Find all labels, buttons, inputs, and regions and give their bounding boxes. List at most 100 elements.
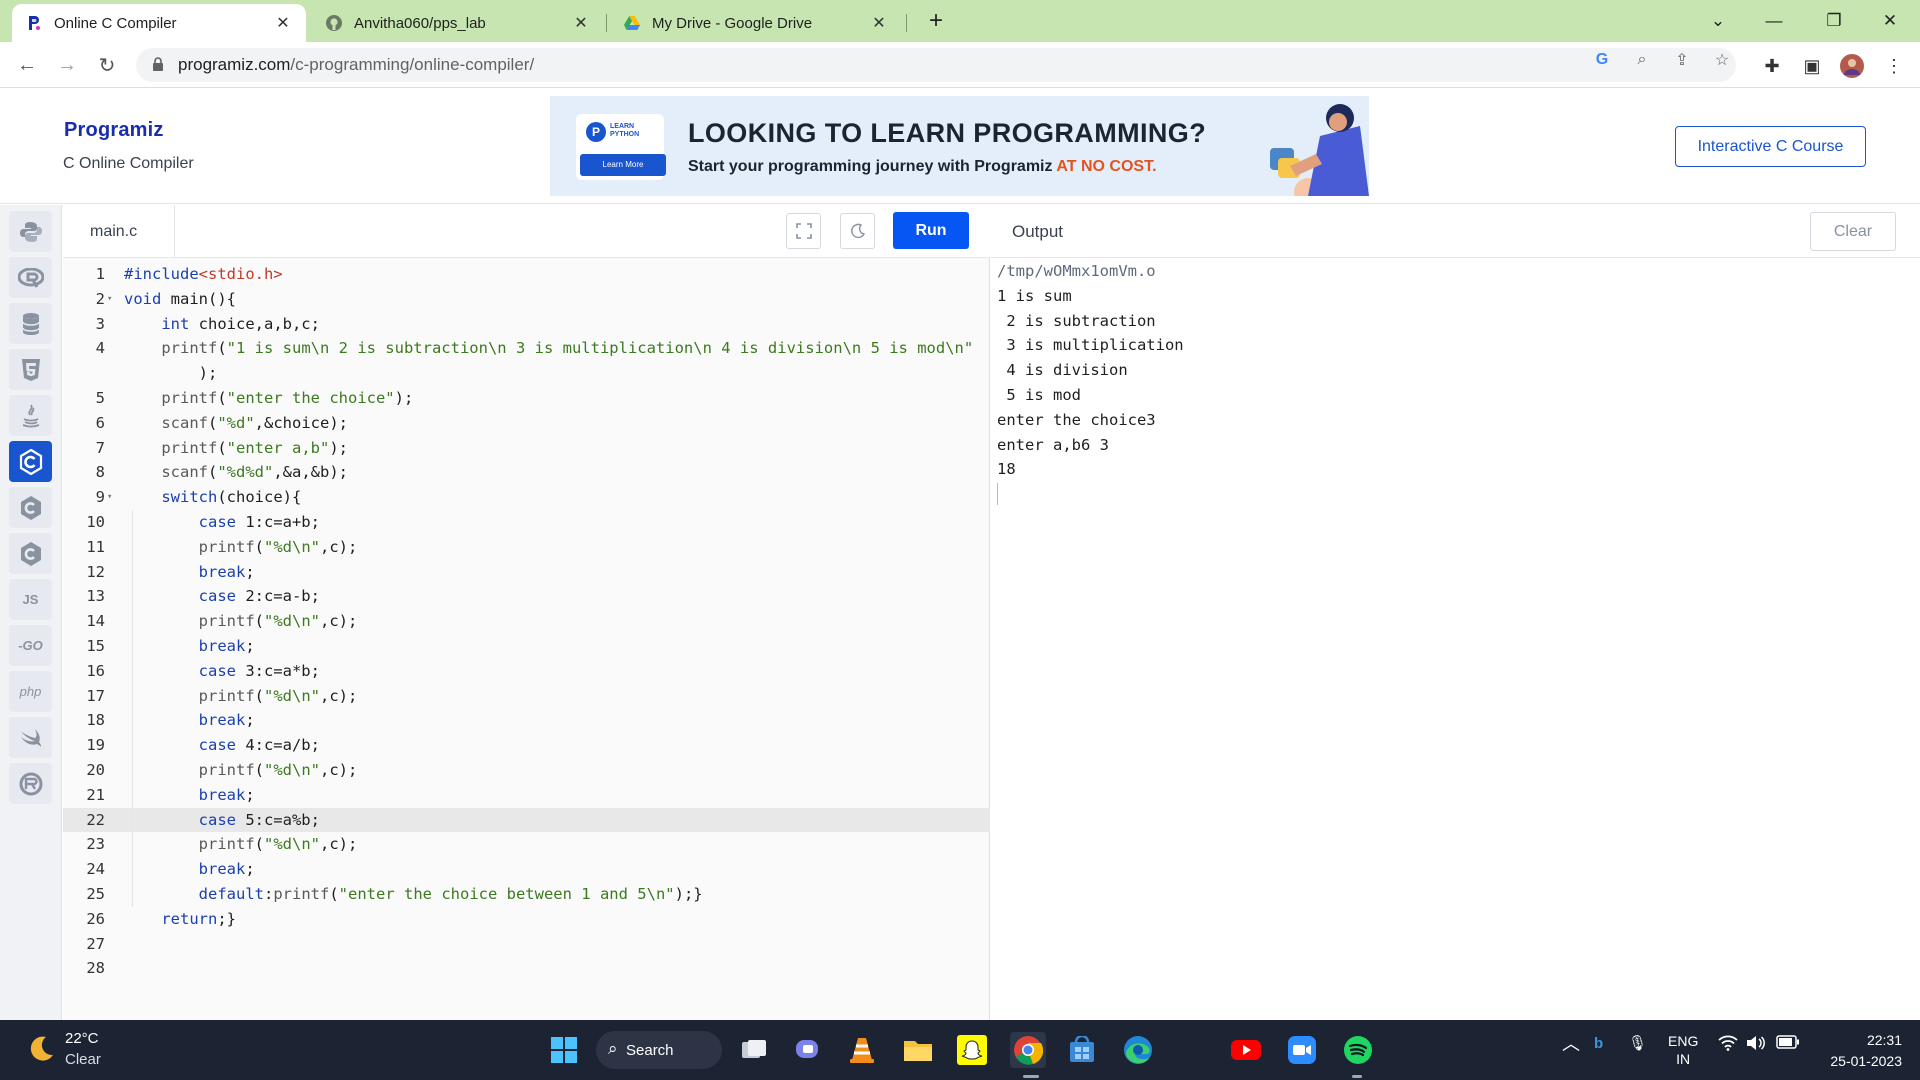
code-line[interactable]: 22 case 5:c=a%b; <box>63 807 990 833</box>
url-field[interactable]: programiz.com/c-programming/online-compi… <box>136 48 1736 82</box>
zoom-icon[interactable]: ⌕ <box>1631 49 1653 71</box>
interactive-c-course-button[interactable]: Interactive C Course <box>1675 126 1866 167</box>
sql-icon[interactable] <box>9 303 52 344</box>
tab-search-chevron-icon[interactable]: ⌄ <box>1690 0 1746 42</box>
r-icon[interactable] <box>9 257 52 298</box>
close-window-button[interactable]: ✕ <box>1862 0 1918 42</box>
store-app-icon[interactable] <box>1064 1032 1100 1068</box>
windows-start-icon[interactable] <box>546 1032 582 1068</box>
clear-button[interactable]: Clear <box>1810 212 1896 251</box>
edge-icon[interactable] <box>1120 1032 1156 1068</box>
code-area[interactable]: 1 #include<stdio.h> 2 ▾ void main(){3 int ch… <box>63 258 990 1020</box>
fullscreen-button[interactable] <box>786 213 821 249</box>
code-line[interactable]: 4 printf("1 is sum\n 2 is subtraction\n … <box>63 336 990 361</box>
programiz-logo[interactable]: Programiz <box>64 119 164 142</box>
restore-button[interactable]: ❐ <box>1806 0 1862 42</box>
weather-condition[interactable]: Clear <box>65 1051 101 1068</box>
share-icon[interactable]: ⇪ <box>1671 49 1693 71</box>
code-line[interactable]: 16 case 3:c=a*b; <box>63 658 990 684</box>
go-icon[interactable]: -GO <box>9 625 52 666</box>
zoom-app-icon[interactable] <box>1284 1032 1320 1068</box>
code-line[interactable]: 27 <box>63 932 990 957</box>
code-line[interactable]: 28 <box>63 956 990 981</box>
code-line[interactable]: 25 default:printf("enter the choice betw… <box>63 882 990 907</box>
code-line[interactable]: 12 break; <box>63 559 990 585</box>
snapchat-icon[interactable] <box>954 1032 990 1068</box>
show-hidden-icons-chevron[interactable]: ︿ <box>1562 1035 1580 1053</box>
volume-icon[interactable] <box>1746 1035 1766 1056</box>
forward-arrow-icon[interactable]: → <box>52 50 82 80</box>
code-line[interactable]: 20 printf("%d\n",c); <box>63 758 990 783</box>
bing-icon[interactable]: b <box>1594 1035 1603 1053</box>
code-line[interactable]: 26 return;} <box>63 907 990 932</box>
teams-chat-icon[interactable] <box>790 1032 826 1068</box>
code-line[interactable]: ); <box>63 361 990 386</box>
code-line[interactable]: 2 ▾ void main(){ <box>63 287 990 312</box>
dark-mode-button[interactable] <box>840 213 875 249</box>
moon-weather-icon[interactable] <box>26 1034 56 1064</box>
minimize-button[interactable]: — <box>1746 0 1802 42</box>
python-icon[interactable] <box>9 211 52 252</box>
code-line[interactable]: 14 printf("%d\n",c); <box>63 609 990 634</box>
task-view-icon[interactable] <box>736 1032 772 1068</box>
code-line[interactable]: 19 case 4:c=a/b; <box>63 733 990 758</box>
tab-google-drive[interactable]: My Drive - Google Drive ✕ <box>610 4 902 42</box>
close-tab-icon[interactable]: ✕ <box>572 13 590 33</box>
code-line[interactable]: 7 printf("enter a,b"); <box>63 436 990 461</box>
fold-arrow-icon[interactable]: ▾ <box>107 485 112 510</box>
run-button[interactable]: Run <box>893 212 969 249</box>
close-tab-icon[interactable]: ✕ <box>274 13 292 33</box>
code-line[interactable]: 6 scanf("%d",&choice); <box>63 411 990 436</box>
code-line[interactable]: 13 case 2:c=a-b; <box>63 584 990 610</box>
code-line[interactable]: 11 printf("%d\n",c); <box>63 534 990 560</box>
side-panel-icon[interactable]: ▣ <box>1800 54 1824 78</box>
bookmark-star-icon[interactable]: ☆ <box>1711 49 1733 71</box>
rust-icon[interactable] <box>9 763 52 804</box>
html-icon[interactable] <box>9 349 52 390</box>
php-icon[interactable]: php <box>9 671 52 712</box>
ad-banner[interactable]: P LEARN PYTHON Learn More LOOKING TO LEA… <box>550 96 1369 196</box>
tab-github[interactable]: Anvitha060/pps_lab ✕ <box>312 4 604 42</box>
js-icon[interactable]: JS <box>9 579 52 620</box>
java-icon[interactable] <box>9 395 52 436</box>
extensions-puzzle-icon[interactable]: ✚ <box>1760 54 1784 78</box>
battery-icon[interactable] <box>1776 1035 1800 1054</box>
code-line[interactable]: 3 int choice,a,b,c; <box>63 312 990 337</box>
google-lens-icon[interactable]: G <box>1591 49 1613 71</box>
tab-online-c-compiler[interactable]: Online C Compiler ✕ <box>12 4 306 42</box>
youtube-icon[interactable] <box>1228 1032 1264 1068</box>
reload-icon[interactable]: ↻ <box>92 50 122 80</box>
swift-icon[interactable] <box>9 717 52 758</box>
file-explorer-icon[interactable] <box>900 1032 936 1068</box>
c-icon[interactable] <box>9 441 52 482</box>
code-line[interactable]: 21 break; <box>63 782 990 808</box>
new-tab-button[interactable]: + <box>922 8 950 36</box>
taskbar-search[interactable]: ⌕ Search <box>596 1031 722 1069</box>
input-language[interactable]: ENG IN <box>1668 1032 1698 1068</box>
clock[interactable]: 22:31 25-01-2023 <box>1816 1031 1902 1070</box>
code-line[interactable]: 17 printf("%d\n",c); <box>63 683 990 709</box>
csharp-icon[interactable] <box>9 533 52 574</box>
vlc-icon[interactable] <box>844 1032 880 1068</box>
weather-temperature[interactable]: 22°C <box>65 1030 99 1047</box>
output-console[interactable]: /tmp/wOMmx1omVm.o 1 is sum 2 is subtract… <box>997 259 1184 482</box>
chrome-icon[interactable] <box>1010 1032 1046 1068</box>
code-line[interactable]: 18 break; <box>63 708 990 734</box>
file-tab-main-c[interactable]: main.c <box>63 205 175 258</box>
close-tab-icon[interactable]: ✕ <box>870 13 888 33</box>
code-line[interactable]: 5 printf("enter the choice"); <box>63 386 990 411</box>
cpp-icon[interactable] <box>9 487 52 528</box>
banner-learn-more-button[interactable]: Learn More <box>580 154 666 176</box>
code-line[interactable]: 1 #include<stdio.h> <box>63 262 990 287</box>
code-line[interactable]: 10 case 1:c=a+b; <box>63 510 990 535</box>
code-line[interactable]: 8 scanf("%d%d",&a,&b); <box>63 460 990 485</box>
profile-avatar[interactable] <box>1840 54 1864 78</box>
code-line[interactable]: 24 break; <box>63 857 990 882</box>
code-line[interactable]: 23 printf("%d\n",c); <box>63 832 990 858</box>
wifi-icon[interactable] <box>1718 1035 1738 1056</box>
spotify-icon[interactable] <box>1340 1032 1376 1068</box>
browser-menu-icon[interactable]: ⋮ <box>1882 54 1906 78</box>
code-line[interactable]: 15 break; <box>63 634 990 659</box>
back-arrow-icon[interactable]: ← <box>12 50 42 80</box>
fold-arrow-icon[interactable]: ▾ <box>107 287 112 312</box>
